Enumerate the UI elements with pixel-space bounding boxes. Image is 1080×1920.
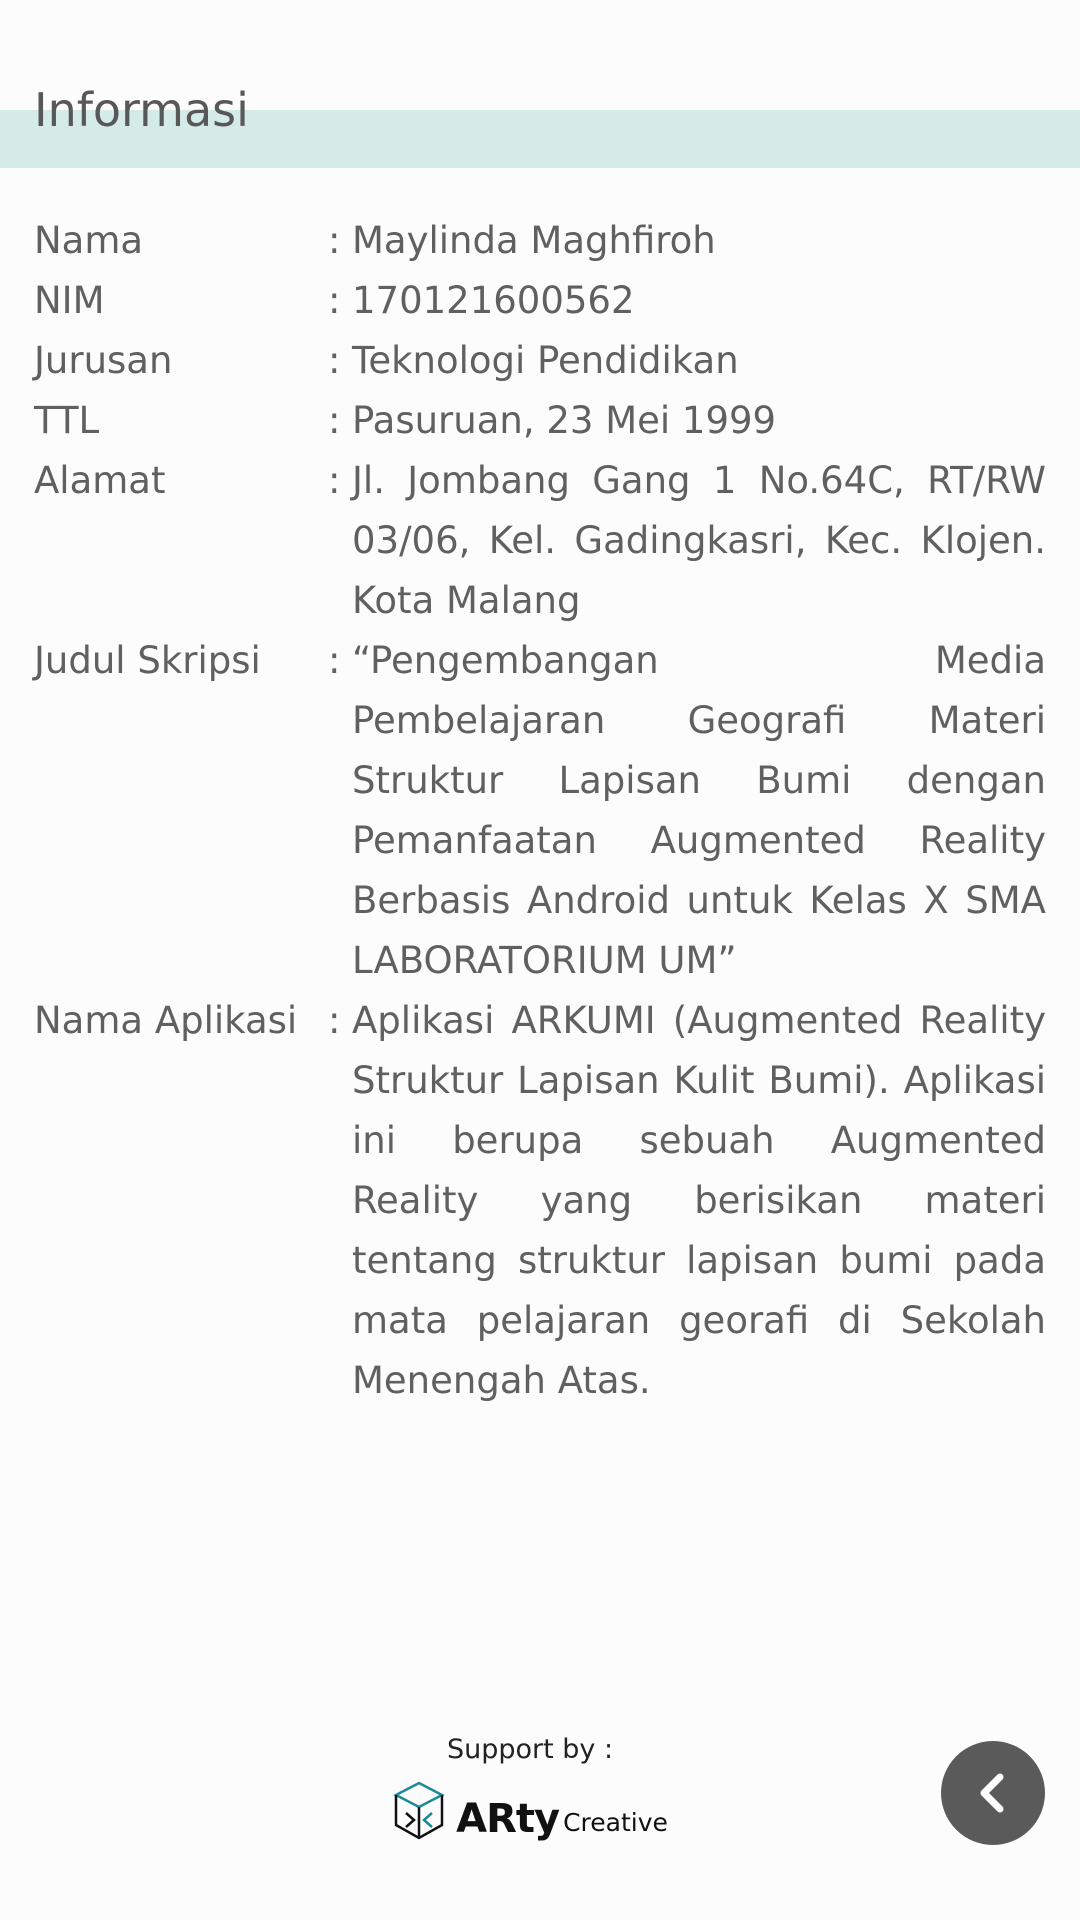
support-area: Support by : ARty Creative xyxy=(380,1730,680,1842)
info-label: TTL xyxy=(34,399,100,442)
info-label: NIM xyxy=(34,279,105,322)
info-colon: : xyxy=(328,999,341,1042)
info-colon: : xyxy=(328,279,341,322)
info-value: Maylinda Maghfiroh xyxy=(352,219,716,262)
info-label: Judul Skripsi xyxy=(34,639,261,682)
logo-main-text: ARty xyxy=(456,1796,560,1842)
info-value: Teknologi Pendidikan xyxy=(352,339,739,382)
info-row-ttl: TTL : Pasuruan, 23 Mei 1999 xyxy=(34,391,1046,451)
info-label: Jurusan xyxy=(34,339,173,382)
info-colon: : xyxy=(328,339,341,382)
info-value: Jl. Jombang Gang 1 No.64C, RT/RW 03/06, … xyxy=(352,459,1046,622)
info-value: “Pengembangan Media Pembelajaran Geograf… xyxy=(352,639,1046,982)
info-row-nim: NIM : 170121600562 xyxy=(34,271,1046,331)
info-value: Aplikasi ARKUMI (Augmented Reality Struk… xyxy=(352,999,1046,1402)
logo-sub-text: Creative xyxy=(563,1808,668,1837)
info-row-judul-skripsi: Judul Skripsi : “Pengembangan Media Pemb… xyxy=(34,631,1046,991)
info-list: Nama : Maylinda Maghfiroh NIM : 17012160… xyxy=(34,211,1046,1411)
info-colon: : xyxy=(328,399,341,442)
cube-logo-icon xyxy=(393,1781,445,1840)
info-colon: : xyxy=(328,639,341,682)
info-label: Alamat xyxy=(34,459,166,502)
info-colon: : xyxy=(328,459,341,502)
page-title: Informasi xyxy=(34,83,249,137)
info-label: Nama xyxy=(34,219,144,262)
info-row-nama-aplikasi: Nama Aplikasi : Aplikasi ARKUMI (Augment… xyxy=(34,991,1046,1411)
info-label: Nama Aplikasi xyxy=(34,999,298,1042)
info-row-nama: Nama : Maylinda Maghfiroh xyxy=(34,211,1046,271)
info-value: 170121600562 xyxy=(352,279,635,322)
back-button[interactable] xyxy=(941,1741,1045,1845)
info-row-alamat: Alamat : Jl. Jombang Gang 1 No.64C, RT/R… xyxy=(34,451,1046,631)
support-label: Support by : xyxy=(446,1734,614,1765)
info-colon: : xyxy=(328,219,341,262)
info-row-jurusan: Jurusan : Teknologi Pendidikan xyxy=(34,331,1046,391)
info-value: Pasuruan, 23 Mei 1999 xyxy=(352,399,777,442)
chevron-left-icon xyxy=(980,1773,1004,1813)
arty-creative-logo: ARty Creative xyxy=(380,1780,680,1842)
